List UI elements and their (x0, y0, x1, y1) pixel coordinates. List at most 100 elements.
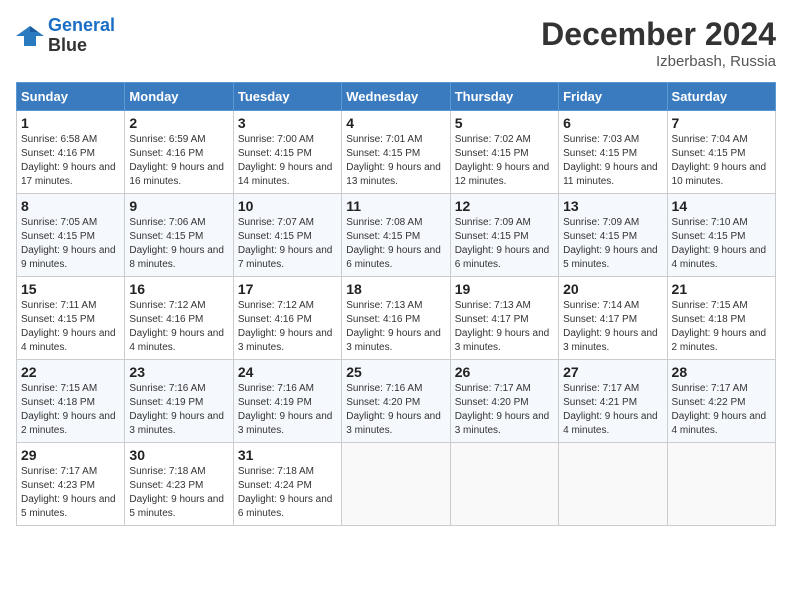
calendar-cell (342, 443, 450, 526)
day-number: 12 (455, 198, 554, 214)
month-title: December 2024 (541, 16, 776, 53)
day-header-sunday: Sunday (17, 83, 125, 111)
day-number: 7 (672, 115, 771, 131)
day-info: Sunrise: 7:17 AMSunset: 4:20 PMDaylight:… (455, 382, 554, 438)
day-number: 18 (346, 281, 445, 297)
location: Izberbash, Russia (541, 53, 776, 70)
calendar-cell: 23 Sunrise: 7:16 AMSunset: 4:19 PMDayligh… (125, 360, 233, 443)
day-info: Sunrise: 7:07 AMSunset: 4:15 PMDaylight:… (238, 216, 337, 272)
calendar-cell: 7 Sunrise: 7:04 AMSunset: 4:15 PMDaylight… (667, 111, 775, 194)
day-number: 3 (238, 115, 337, 131)
day-info: Sunrise: 7:06 AMSunset: 4:15 PMDaylight:… (129, 216, 228, 272)
day-info: Sunrise: 7:01 AMSunset: 4:15 PMDaylight:… (346, 133, 445, 189)
calendar-cell: 17 Sunrise: 7:12 AMSunset: 4:16 PMDayligh… (233, 277, 341, 360)
calendar-cell: 6Sunrise: 7:03 AMSunset: 4:15 PMDaylight… (559, 111, 667, 194)
day-info: Sunrise: 7:17 AMSunset: 4:21 PMDaylight:… (563, 382, 662, 438)
day-header-thursday: Thursday (450, 83, 558, 111)
calendar-cell: 2 Sunrise: 6:59 AMSunset: 4:16 PMDaylight… (125, 111, 233, 194)
day-number: 1 (21, 115, 120, 131)
day-number: 25 (346, 364, 445, 380)
calendar-cell: 19 Sunrise: 7:13 AMSunset: 4:17 PMDayligh… (450, 277, 558, 360)
day-info: Sunrise: 7:12 AMSunset: 4:16 PMDaylight:… (238, 299, 337, 355)
day-info: Sunrise: 7:09 AMSunset: 4:15 PMDaylight:… (455, 216, 554, 272)
day-info: Sunrise: 7:16 AMSunset: 4:19 PMDaylight:… (129, 382, 228, 438)
calendar-week-2: 8 Sunrise: 7:05 AMSunset: 4:15 PMDaylight… (17, 194, 776, 277)
day-number: 17 (238, 281, 337, 297)
day-info: Sunrise: 7:17 AMSunset: 4:23 PMDaylight:… (21, 465, 120, 521)
day-number: 28 (672, 364, 771, 380)
day-header-wednesday: Wednesday (342, 83, 450, 111)
day-header-saturday: Saturday (667, 83, 775, 111)
calendar-cell: 25 Sunrise: 7:16 AMSunset: 4:20 PMDayligh… (342, 360, 450, 443)
calendar-cell: 28 Sunrise: 7:17 AMSunset: 4:22 PMDayligh… (667, 360, 775, 443)
day-number: 2 (129, 115, 228, 131)
day-info: Sunrise: 7:11 AMSunset: 4:15 PMDaylight:… (21, 299, 120, 355)
calendar-cell: 26Sunrise: 7:17 AMSunset: 4:20 PMDayligh… (450, 360, 558, 443)
logo-icon (16, 22, 44, 50)
calendar-cell: 20 Sunrise: 7:14 AMSunset: 4:17 PMDayligh… (559, 277, 667, 360)
calendar-cell (559, 443, 667, 526)
calendar-cell: 29 Sunrise: 7:17 AMSunset: 4:23 PMDayligh… (17, 443, 125, 526)
page-header: GeneralBlue December 2024 Izberbash, Rus… (16, 16, 776, 70)
day-number: 24 (238, 364, 337, 380)
calendar-cell: 22 Sunrise: 7:15 AMSunset: 4:18 PMDayligh… (17, 360, 125, 443)
day-info: Sunrise: 7:09 AMSunset: 4:15 PMDaylight:… (563, 216, 662, 272)
day-info: Sunrise: 7:15 AMSunset: 4:18 PMDaylight:… (672, 299, 771, 355)
day-info: Sunrise: 7:16 AMSunset: 4:19 PMDaylight:… (238, 382, 337, 438)
calendar-table: SundayMondayTuesdayWednesdayThursdayFrid… (16, 82, 776, 526)
calendar-body: 1Sunrise: 6:58 AMSunset: 4:16 PMDaylight… (17, 111, 776, 526)
day-number: 20 (563, 281, 662, 297)
calendar-cell: 30 Sunrise: 7:18 AMSunset: 4:23 PMDayligh… (125, 443, 233, 526)
calendar-cell: 27 Sunrise: 7:17 AMSunset: 4:21 PMDayligh… (559, 360, 667, 443)
day-info: Sunrise: 7:13 AMSunset: 4:17 PMDaylight:… (455, 299, 554, 355)
day-info: Sunrise: 7:10 AMSunset: 4:15 PMDaylight:… (672, 216, 771, 272)
calendar-cell (450, 443, 558, 526)
calendar-cell: 4 Sunrise: 7:01 AMSunset: 4:15 PMDaylight… (342, 111, 450, 194)
calendar-week-5: 29 Sunrise: 7:17 AMSunset: 4:23 PMDayligh… (17, 443, 776, 526)
day-number: 11 (346, 198, 445, 214)
day-info: Sunrise: 7:15 AMSunset: 4:18 PMDaylight:… (21, 382, 120, 438)
calendar-cell: 31Sunrise: 7:18 AMSunset: 4:24 PMDayligh… (233, 443, 341, 526)
calendar-cell: 13 Sunrise: 7:09 AMSunset: 4:15 PMDayligh… (559, 194, 667, 277)
day-number: 14 (672, 198, 771, 214)
calendar-cell: 16Sunrise: 7:12 AMSunset: 4:16 PMDayligh… (125, 277, 233, 360)
day-number: 29 (21, 447, 120, 463)
day-number: 21 (672, 281, 771, 297)
day-info: Sunrise: 7:05 AMSunset: 4:15 PMDaylight:… (21, 216, 120, 272)
calendar-cell: 5Sunrise: 7:02 AMSunset: 4:15 PMDaylight… (450, 111, 558, 194)
calendar-cell: 1Sunrise: 6:58 AMSunset: 4:16 PMDaylight… (17, 111, 125, 194)
calendar-cell: 8 Sunrise: 7:05 AMSunset: 4:15 PMDaylight… (17, 194, 125, 277)
calendar-cell: 10 Sunrise: 7:07 AMSunset: 4:15 PMDayligh… (233, 194, 341, 277)
day-info: Sunrise: 7:14 AMSunset: 4:17 PMDaylight:… (563, 299, 662, 355)
day-number: 30 (129, 447, 228, 463)
day-info: Sunrise: 7:04 AMSunset: 4:15 PMDaylight:… (672, 133, 771, 189)
day-number: 10 (238, 198, 337, 214)
day-info: Sunrise: 7:16 AMSunset: 4:20 PMDaylight:… (346, 382, 445, 438)
calendar-week-3: 15Sunrise: 7:11 AMSunset: 4:15 PMDayligh… (17, 277, 776, 360)
day-number: 8 (21, 198, 120, 214)
day-number: 22 (21, 364, 120, 380)
day-number: 31 (238, 447, 337, 463)
calendar-cell: 21 Sunrise: 7:15 AMSunset: 4:18 PMDayligh… (667, 277, 775, 360)
day-number: 27 (563, 364, 662, 380)
day-number: 13 (563, 198, 662, 214)
day-info: Sunrise: 7:08 AMSunset: 4:15 PMDaylight:… (346, 216, 445, 272)
calendar-week-4: 22 Sunrise: 7:15 AMSunset: 4:18 PMDayligh… (17, 360, 776, 443)
logo: GeneralBlue (16, 16, 115, 56)
day-number: 9 (129, 198, 228, 214)
title-block: December 2024 Izberbash, Russia (541, 16, 776, 70)
day-number: 4 (346, 115, 445, 131)
day-header-friday: Friday (559, 83, 667, 111)
day-info: Sunrise: 7:02 AMSunset: 4:15 PMDaylight:… (455, 133, 554, 189)
day-info: Sunrise: 7:17 AMSunset: 4:22 PMDaylight:… (672, 382, 771, 438)
day-info: Sunrise: 7:12 AMSunset: 4:16 PMDaylight:… (129, 299, 228, 355)
day-info: Sunrise: 7:13 AMSunset: 4:16 PMDaylight:… (346, 299, 445, 355)
day-info: Sunrise: 7:18 AMSunset: 4:23 PMDaylight:… (129, 465, 228, 521)
calendar-cell: 12 Sunrise: 7:09 AMSunset: 4:15 PMDayligh… (450, 194, 558, 277)
day-header-tuesday: Tuesday (233, 83, 341, 111)
day-number: 6 (563, 115, 662, 131)
day-info: Sunrise: 6:59 AMSunset: 4:16 PMDaylight:… (129, 133, 228, 189)
day-number: 23 (129, 364, 228, 380)
day-number: 19 (455, 281, 554, 297)
calendar-cell: 9 Sunrise: 7:06 AMSunset: 4:15 PMDaylight… (125, 194, 233, 277)
